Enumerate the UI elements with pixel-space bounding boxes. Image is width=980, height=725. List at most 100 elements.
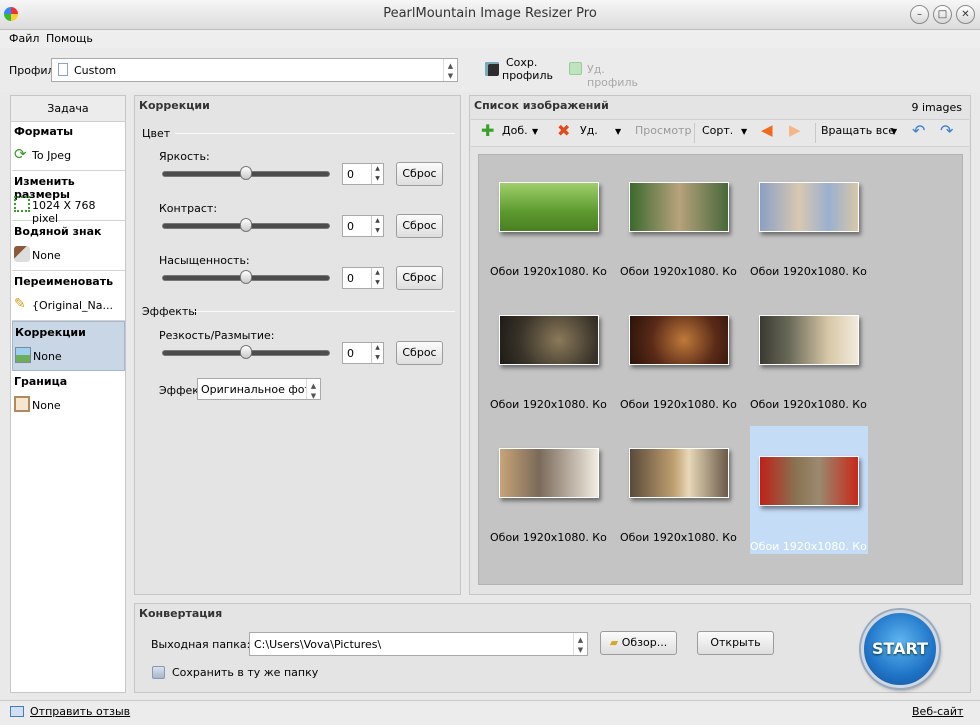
rotate-left-icon[interactable]: ↶	[912, 121, 925, 140]
folder-icon: ▰	[609, 636, 619, 649]
spin-arrows-icon[interactable]: ▲ ▼	[371, 268, 383, 288]
maximize-button[interactable]: □	[933, 5, 952, 24]
image-list-panel: Список изображений 9 images ✚ Доб. ▼ ✖ У…	[469, 95, 971, 595]
output-folder-select[interactable]: C:\Users\Vova\Pictures\ ▲ ▼	[249, 632, 588, 656]
brightness-spinner[interactable]: 0 ▲ ▼	[342, 163, 384, 185]
start-button[interactable]: START	[861, 610, 939, 688]
add-button[interactable]: Доб.	[502, 124, 528, 137]
chevron-updown-icon: ▲ ▼	[443, 59, 457, 81]
menu-help[interactable]: Помощь	[46, 32, 93, 45]
brightness-reset-button[interactable]: Сброс	[396, 162, 443, 186]
color-group-divider	[175, 133, 455, 134]
sort-dropdown-arrow-icon[interactable]: ▼	[741, 127, 747, 136]
brightness-value: 0	[347, 168, 354, 181]
saturation-spinner[interactable]: 0 ▲ ▼	[342, 267, 384, 289]
thumbnail-item[interactable]: Обои 1920x1080. Ко...	[490, 172, 608, 300]
sharpness-slider[interactable]	[160, 344, 332, 362]
spin-arrows-icon[interactable]: ▲ ▼	[371, 164, 383, 184]
remove-icon[interactable]: ✖	[557, 121, 570, 140]
thumbnail-item[interactable]: Обои 1920x1080. Ко...	[490, 305, 608, 433]
effects-group-divider	[193, 311, 455, 312]
conversion-title: Конвертация	[139, 607, 223, 620]
browse-button[interactable]: ▰ Обзор...	[600, 631, 677, 655]
thumbnail-item[interactable]: Обои 1920x1080. Ко...	[750, 172, 868, 300]
contrast-value: 0	[347, 220, 354, 233]
add-dropdown-arrow-icon[interactable]: ▼	[532, 127, 538, 136]
feedback-link[interactable]: Отправить отзыв	[30, 705, 130, 718]
contrast-spinner[interactable]: 0 ▲ ▼	[342, 215, 384, 237]
saturation-slider-thumb[interactable]	[240, 270, 252, 284]
website-link[interactable]: Веб-сайт	[912, 705, 963, 718]
image-count: 9 images	[911, 101, 963, 114]
output-folder-label: Выходная папка:	[151, 638, 251, 651]
rotate-all-button[interactable]: Вращать все	[821, 124, 895, 137]
same-folder-checkbox[interactable]	[152, 666, 165, 679]
watermark-icon	[14, 246, 30, 262]
task-rename-value: {Original_Na...	[32, 299, 114, 312]
pencil-icon: ✎	[14, 296, 26, 312]
thumbnail-item-selected[interactable]: Обои 1920x1080. Ко...	[750, 426, 868, 554]
thumbnail-item[interactable]: Обои 1920x1080. Ко...	[490, 438, 608, 566]
corrections-title: Коррекции	[139, 99, 210, 112]
contrast-slider-thumb[interactable]	[240, 218, 252, 232]
rotate-dropdown-arrow-icon[interactable]: ▼	[891, 127, 897, 136]
task-watermark-title: Водяной знак	[14, 225, 102, 238]
minimize-button[interactable]: –	[910, 5, 929, 24]
thumbnail-image	[759, 315, 859, 365]
task-border-title: Граница	[14, 375, 68, 388]
task-corrections[interactable]: Коррекции None	[12, 321, 125, 371]
chevron-updown-icon: ▲ ▼	[573, 633, 587, 655]
contrast-label: Контраст:	[159, 202, 218, 215]
task-formats[interactable]: Форматы ⟳ To Jpeg	[12, 121, 125, 171]
profile-bar: Профиль Custom ▲ ▼ Сохр. профиль Уд. проф…	[0, 48, 980, 92]
thumbnail-image	[629, 315, 729, 365]
title-bar: PearlMountain Image Resizer Pro – □ ✕	[0, 0, 980, 30]
brightness-slider[interactable]	[160, 165, 332, 183]
contrast-slider[interactable]	[160, 217, 332, 235]
profile-select[interactable]: Custom ▲ ▼	[51, 58, 458, 82]
sort-button[interactable]: Сорт.	[702, 124, 733, 137]
task-rename[interactable]: Переименовать ✎ {Original_Na...	[12, 271, 125, 321]
thumbnail-image	[499, 315, 599, 365]
toolbar-divider	[815, 123, 816, 143]
sharpness-spinner[interactable]: 0 ▲ ▼	[342, 342, 384, 364]
thumbnail-caption: Обои 1920x1080. Ко...	[490, 398, 608, 411]
menu-file[interactable]: Файл	[9, 32, 39, 45]
contrast-reset-button[interactable]: Сброс	[396, 214, 443, 238]
move-left-icon[interactable]: ◀	[761, 121, 773, 139]
task-corrections-value: None	[33, 350, 62, 363]
close-button[interactable]: ✕	[956, 5, 975, 24]
sharpness-reset-button[interactable]: Сброс	[396, 341, 443, 365]
remove-button[interactable]: Уд.	[580, 124, 598, 137]
output-folder-value: C:\Users\Vova\Pictures\	[254, 638, 382, 651]
sharpness-value: 0	[347, 347, 354, 360]
add-icon[interactable]: ✚	[481, 121, 494, 140]
spin-arrows-icon[interactable]: ▲ ▼	[371, 216, 383, 236]
rotate-right-icon[interactable]: ↷	[940, 121, 953, 140]
thumbnail-item[interactable]: Обои 1920x1080. Ко...	[750, 305, 868, 433]
task-resize[interactable]: Изменить размеры 1024 X 768 pixel	[12, 171, 125, 225]
thumbnail-caption: Обои 1920x1080. Ко...	[620, 531, 738, 544]
thumbnail-image	[629, 182, 729, 232]
thumbnail-caption: Обои 1920x1080. Ко...	[490, 265, 608, 278]
task-watermark[interactable]: Водяной знак None	[12, 221, 125, 271]
border-icon	[14, 396, 30, 412]
saturation-slider[interactable]	[160, 269, 332, 287]
preview-button[interactable]: Просмотр	[635, 124, 691, 137]
thumbnail-item[interactable]: Обои 1920x1080. Ко...	[620, 438, 738, 566]
open-button[interactable]: Открыть	[697, 631, 774, 655]
saturation-reset-button[interactable]: Сброс	[396, 266, 443, 290]
effects-group-label: Эффекты	[142, 305, 197, 318]
delete-profile-button[interactable]: Уд. профиль	[567, 61, 657, 89]
save-profile-button[interactable]: Сохр. профиль	[482, 56, 553, 86]
thumbnail-item[interactable]: Обои 1920x1080. Ко...	[620, 305, 738, 433]
move-right-icon[interactable]: ▶	[789, 121, 801, 139]
spin-arrows-icon[interactable]: ▲ ▼	[371, 343, 383, 363]
task-border[interactable]: Граница None	[12, 371, 125, 421]
resize-icon	[14, 196, 30, 212]
effect-select[interactable]: Оригинальное фото ▲ ▼	[197, 378, 321, 400]
sharpness-slider-thumb[interactable]	[240, 345, 252, 359]
thumbnail-item[interactable]: Обои 1920x1080. Ко...	[620, 172, 738, 300]
brightness-slider-thumb[interactable]	[240, 166, 252, 180]
remove-dropdown-arrow-icon[interactable]: ▼	[615, 127, 621, 136]
